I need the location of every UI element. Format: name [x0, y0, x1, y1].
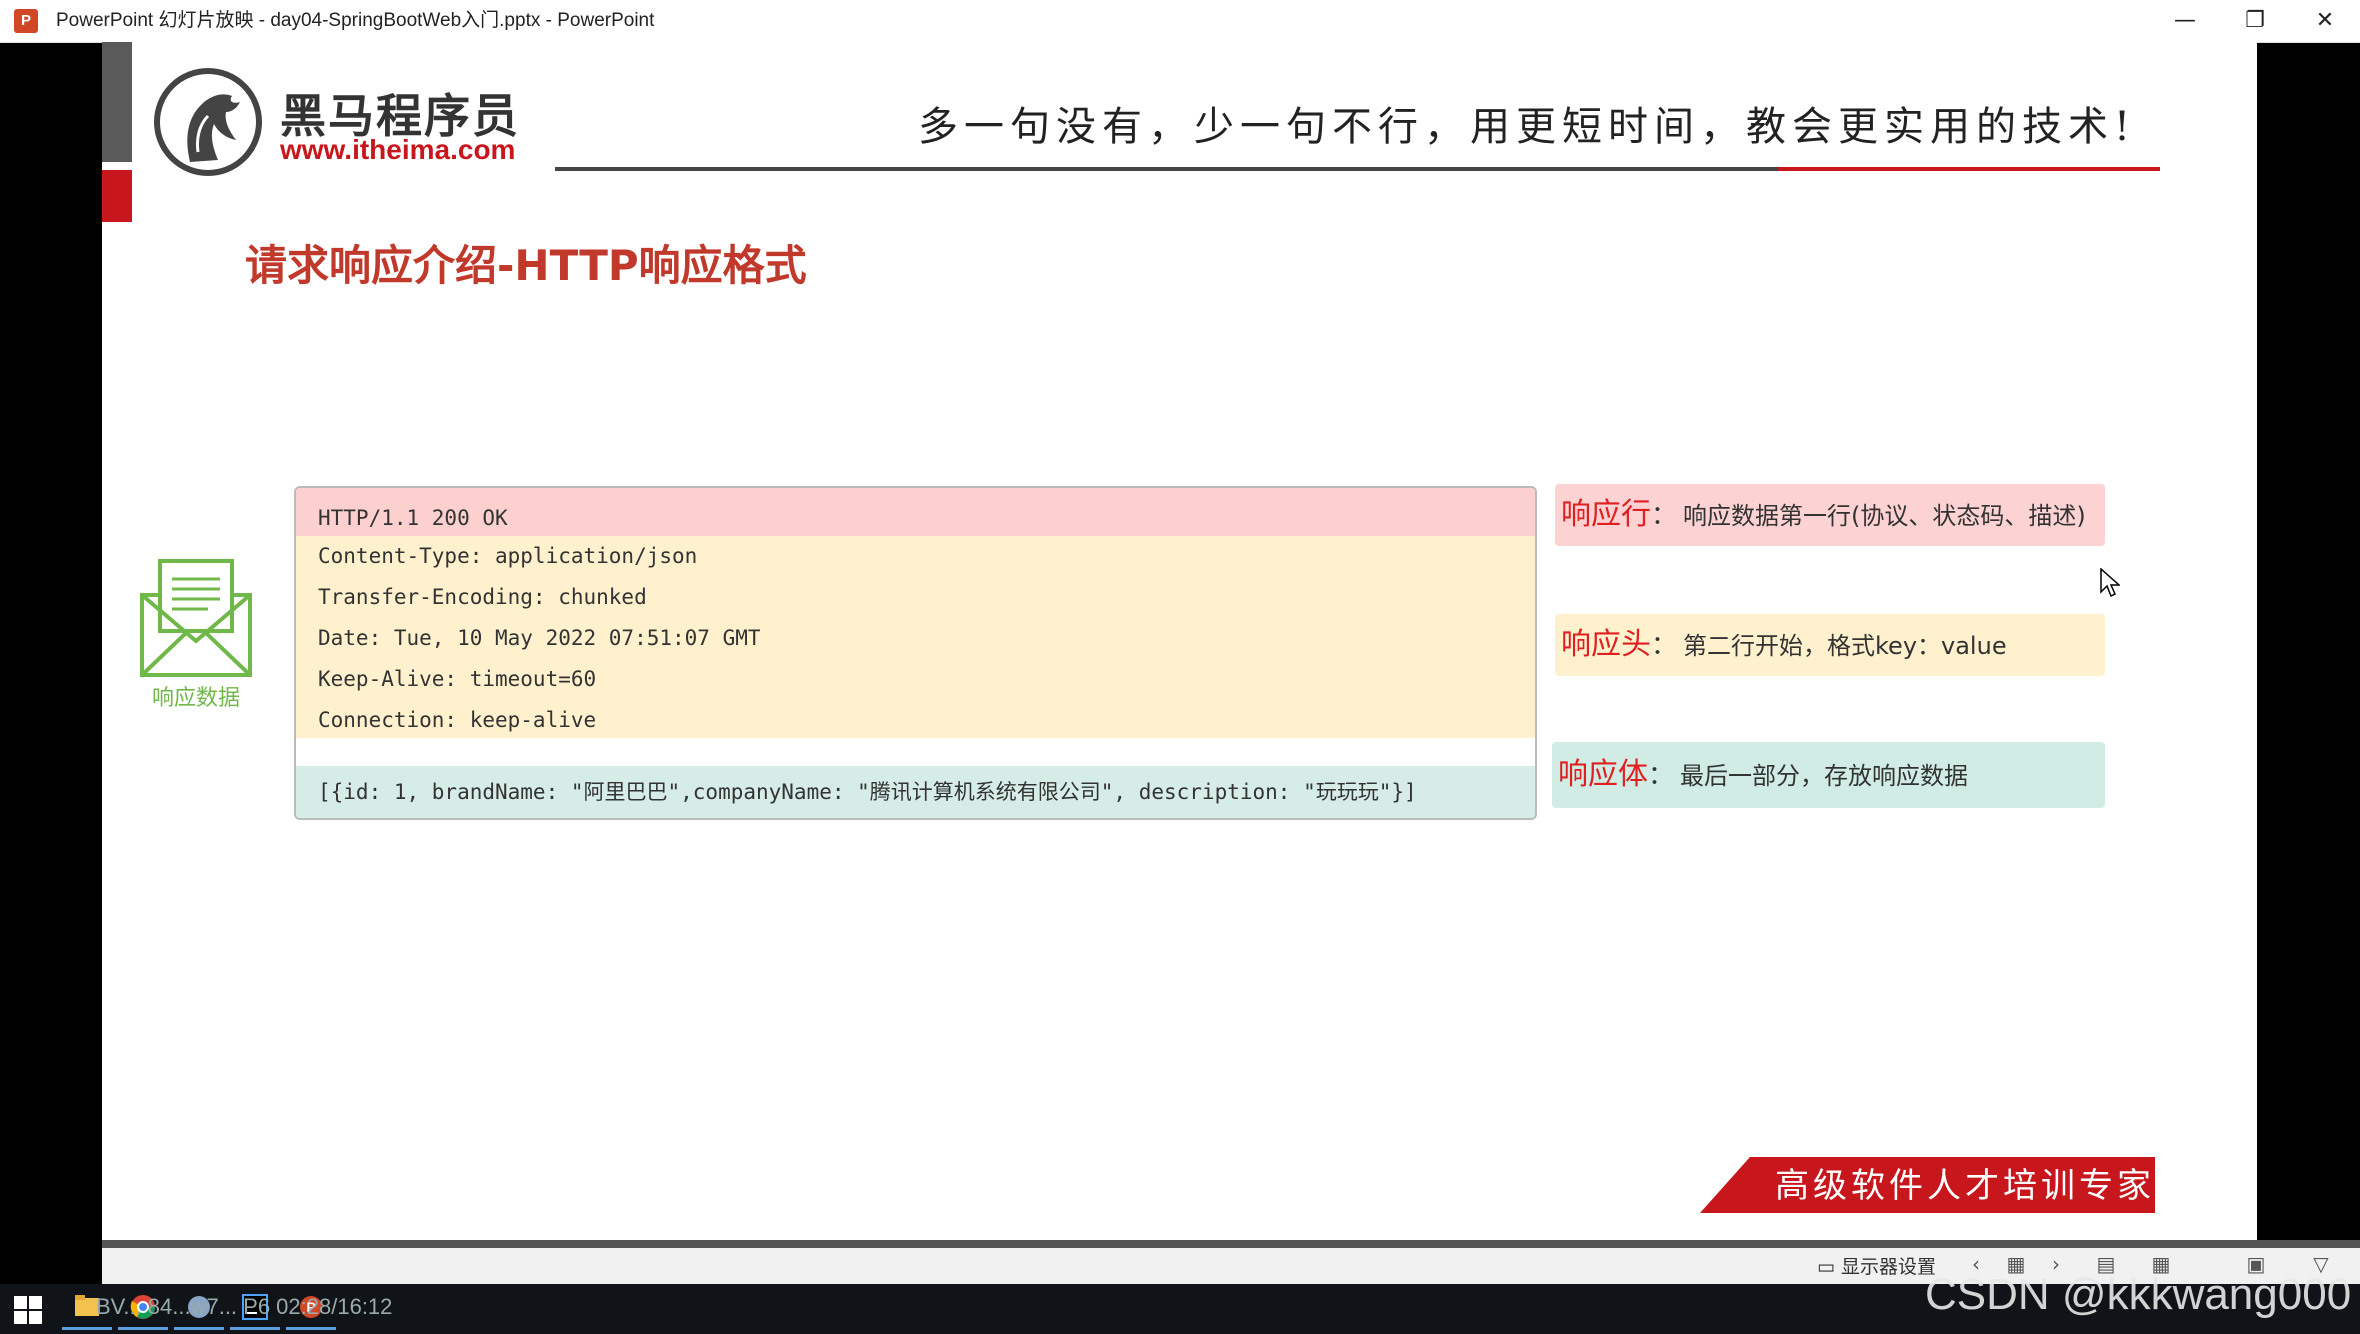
monitor-settings-label: 显示器设置	[1841, 1256, 1937, 1278]
powerpoint-app-icon: P	[14, 9, 38, 33]
decor-bar-gray	[102, 42, 132, 162]
annotation-response-header: 响应头： 第二行开始，格式key：value	[1555, 614, 2105, 676]
http-header-line: Connection: keep-alive	[318, 708, 597, 732]
slide-title: 请求响应介绍-HTTP响应格式	[245, 241, 807, 290]
annotation-label: 响应体	[1558, 757, 1648, 792]
window-title-bar: P PowerPoint 幻灯片放映 - day04-SpringBootWeb…	[0, 0, 2360, 43]
annotation-colon: ：	[1651, 501, 1678, 531]
close-button[interactable]: ✕	[2290, 0, 2360, 42]
annotation-colon: ：	[1648, 761, 1675, 791]
restore-button[interactable]: ❐	[2220, 0, 2290, 42]
http-response-box: HTTP/1.1 200 OK Content-Type: applicatio…	[294, 486, 1537, 820]
logo-horse-icon	[154, 68, 262, 176]
envelope-icon	[140, 559, 252, 677]
annotation-colon: ：	[1651, 631, 1678, 661]
annotation-response-body: 响应体： 最后一部分，存放响应数据	[1552, 742, 2105, 808]
http-header-line: Date: Tue, 10 May 2022 07:51:07 GMT	[318, 626, 761, 650]
annotation-desc: 最后一部分，存放响应数据	[1680, 762, 1969, 790]
annotation-label: 响应行	[1561, 497, 1651, 532]
csdn-watermark: CSDN @kkkwang000	[1925, 1270, 2352, 1319]
http-body-line: [{id: 1, brandName: "阿里巴巴",companyName: …	[318, 780, 1417, 804]
monitor-icon: ▭	[1817, 1256, 1841, 1278]
window-title: PowerPoint 幻灯片放映 - day04-SpringBootWeb入门…	[56, 10, 655, 31]
annotation-label: 响应头	[1561, 627, 1651, 662]
http-headers-block: Content-Type: application/json Transfer-…	[296, 536, 1535, 738]
http-header-line: Keep-Alive: timeout=60	[318, 667, 597, 691]
http-header-line: Transfer-Encoding: chunked	[318, 585, 647, 609]
monitor-settings-button[interactable]: ▭ 显示器设置	[1817, 1252, 1936, 1279]
header-rule-red	[1778, 167, 2160, 171]
http-status-line: HTTP/1.1 200 OK	[296, 488, 1535, 536]
decor-bar-red	[102, 170, 132, 222]
mouse-cursor-icon	[2100, 568, 2120, 598]
brand-banner-text: 高级软件人才培训专家	[1775, 1166, 2155, 1206]
annotation-desc: 第二行开始，格式key：value	[1683, 632, 2007, 660]
logo-url: www.itheima.com	[280, 134, 516, 165]
annotation-response-line: 响应行： 响应数据第一行(协议、状态码、描述)	[1555, 484, 2105, 546]
slide-slogan: 多一句没有，少一句不行，用更短时间，教会更实用的技术!	[918, 104, 2137, 150]
windows-start-icon[interactable]	[14, 1296, 42, 1324]
header-rule-gray	[555, 167, 1780, 171]
annotation-desc: 响应数据第一行(协议、状态码、描述)	[1683, 502, 2086, 530]
video-overlay-text: BV... 84...w7... P6 02:28/16:12	[96, 1294, 393, 1319]
envelope-label: 响应数据	[151, 686, 240, 711]
minimize-button[interactable]: —	[2150, 0, 2220, 42]
http-header-line: Content-Type: application/json	[318, 544, 698, 568]
